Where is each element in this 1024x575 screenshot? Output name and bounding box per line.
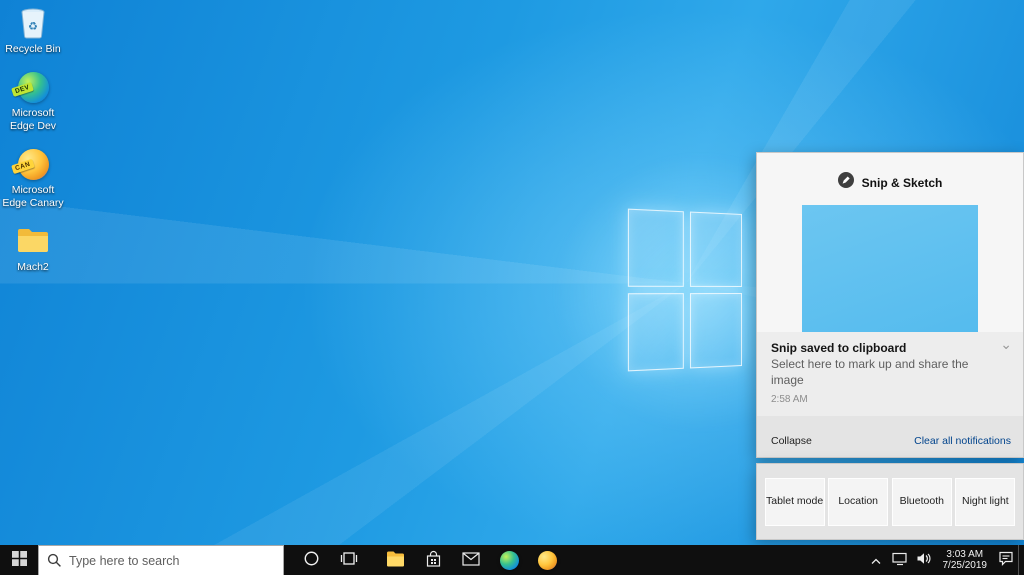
cortana-icon: [303, 550, 320, 570]
windows-logo-pane: [628, 293, 684, 371]
quick-action-label: Night light: [962, 495, 1009, 507]
task-view-icon: [340, 550, 358, 570]
notification-title: Snip saved to clipboard: [771, 341, 1009, 355]
recycle-bin-icon: ♻: [15, 6, 51, 40]
taskbar: 3:03 AM 7/25/2019: [0, 545, 1024, 575]
quick-action-tablet-mode[interactable]: Tablet mode: [765, 478, 825, 526]
windows-logo-pane: [628, 209, 684, 287]
cortana-button[interactable]: [292, 545, 330, 575]
volume-button[interactable]: [912, 545, 936, 575]
search-input[interactable]: [69, 554, 283, 568]
quick-action-label: Bluetooth: [900, 495, 944, 507]
desktop-icon-recycle-bin[interactable]: ♻ Recycle Bin: [2, 6, 64, 55]
folder-icon: [15, 224, 51, 258]
clock-date: 7/25/2019: [943, 560, 988, 572]
network-button[interactable]: [888, 545, 912, 575]
mail-icon: [462, 552, 480, 569]
taskbar-clock[interactable]: 3:03 AM 7/25/2019: [936, 545, 995, 575]
snip-sketch-notification[interactable]: Snip & Sketch ⌄ Snip saved to clipboard …: [757, 153, 1023, 416]
quick-action-bluetooth[interactable]: Bluetooth: [892, 478, 952, 526]
desktop-icon-label: Microsoft Edge Dev: [2, 107, 64, 132]
notification-timestamp: 2:58 AM: [771, 394, 1009, 405]
action-center-notification-panel: Snip & Sketch ⌄ Snip saved to clipboard …: [756, 152, 1024, 458]
system-tray: 3:03 AM 7/25/2019: [864, 545, 1024, 575]
action-center-button[interactable]: [994, 545, 1018, 575]
windows-logo: [628, 209, 742, 372]
taskbar-search[interactable]: [38, 545, 284, 575]
mail-button[interactable]: [452, 545, 490, 575]
network-icon: [892, 552, 908, 569]
desktop-icon-label: Mach2: [17, 261, 49, 273]
action-center-footer: Collapse Clear all notifications: [771, 435, 1011, 447]
quick-actions-panel: Tablet mode Location Bluetooth Night lig…: [756, 463, 1024, 540]
notification-app-header: Snip & Sketch: [757, 153, 1023, 193]
desktop-icon-mach2-folder[interactable]: Mach2: [2, 224, 64, 273]
edge-dev-icon: [500, 551, 519, 570]
snip-sketch-app-icon: [838, 172, 854, 193]
edge-dev-taskbar-button[interactable]: [490, 545, 528, 575]
edge-dev-icon: DEV: [15, 70, 51, 104]
file-explorer-button[interactable]: [376, 545, 414, 575]
clock-time: 3:03 AM: [946, 549, 983, 561]
clear-all-notifications-link[interactable]: Clear all notifications: [914, 435, 1011, 447]
file-explorer-icon: [386, 551, 405, 570]
chevron-up-icon: [871, 553, 881, 568]
desktop-icon-edge-dev[interactable]: DEV Microsoft Edge Dev: [2, 70, 64, 132]
desktop-icon-label: Microsoft Edge Canary: [2, 184, 64, 209]
notification-text-block: ⌄ Snip saved to clipboard Select here to…: [757, 332, 1023, 416]
show-desktop-button[interactable]: [1018, 545, 1024, 575]
start-button[interactable]: [0, 545, 38, 575]
notification-app-name: Snip & Sketch: [862, 176, 943, 190]
microsoft-store-icon: [425, 550, 442, 571]
action-center-icon: [998, 551, 1014, 569]
desktop-icon-edge-canary[interactable]: CAN Microsoft Edge Canary: [2, 147, 64, 209]
desktop-icon-column: ♻ Recycle Bin DEV Microsoft Edge Dev CAN…: [2, 6, 64, 273]
quick-action-label: Tablet mode: [766, 495, 823, 507]
notification-body: Select here to mark up and share the ima…: [771, 357, 979, 388]
svg-text:♻: ♻: [28, 21, 38, 33]
quick-action-night-light[interactable]: Night light: [955, 478, 1015, 526]
edge-canary-taskbar-button[interactable]: [528, 545, 566, 575]
tray-overflow-chevron-button[interactable]: [864, 545, 888, 575]
speaker-icon: [916, 552, 931, 568]
windows-logo-pane: [690, 212, 742, 287]
microsoft-store-button[interactable]: [414, 545, 452, 575]
quick-action-label: Location: [838, 495, 878, 507]
windows-start-icon: [12, 551, 27, 569]
collapse-link[interactable]: Collapse: [771, 435, 812, 447]
search-icon: [39, 553, 69, 568]
desktop-icon-label: Recycle Bin: [5, 43, 60, 55]
windows-logo-pane: [690, 293, 742, 368]
edge-canary-icon: [538, 551, 557, 570]
edge-canary-icon: CAN: [15, 147, 51, 181]
task-view-button[interactable]: [330, 545, 368, 575]
quick-action-location[interactable]: Location: [828, 478, 888, 526]
snip-preview-image[interactable]: [802, 205, 978, 337]
notification-expand-chevron-icon[interactable]: ⌄: [1000, 336, 1012, 353]
